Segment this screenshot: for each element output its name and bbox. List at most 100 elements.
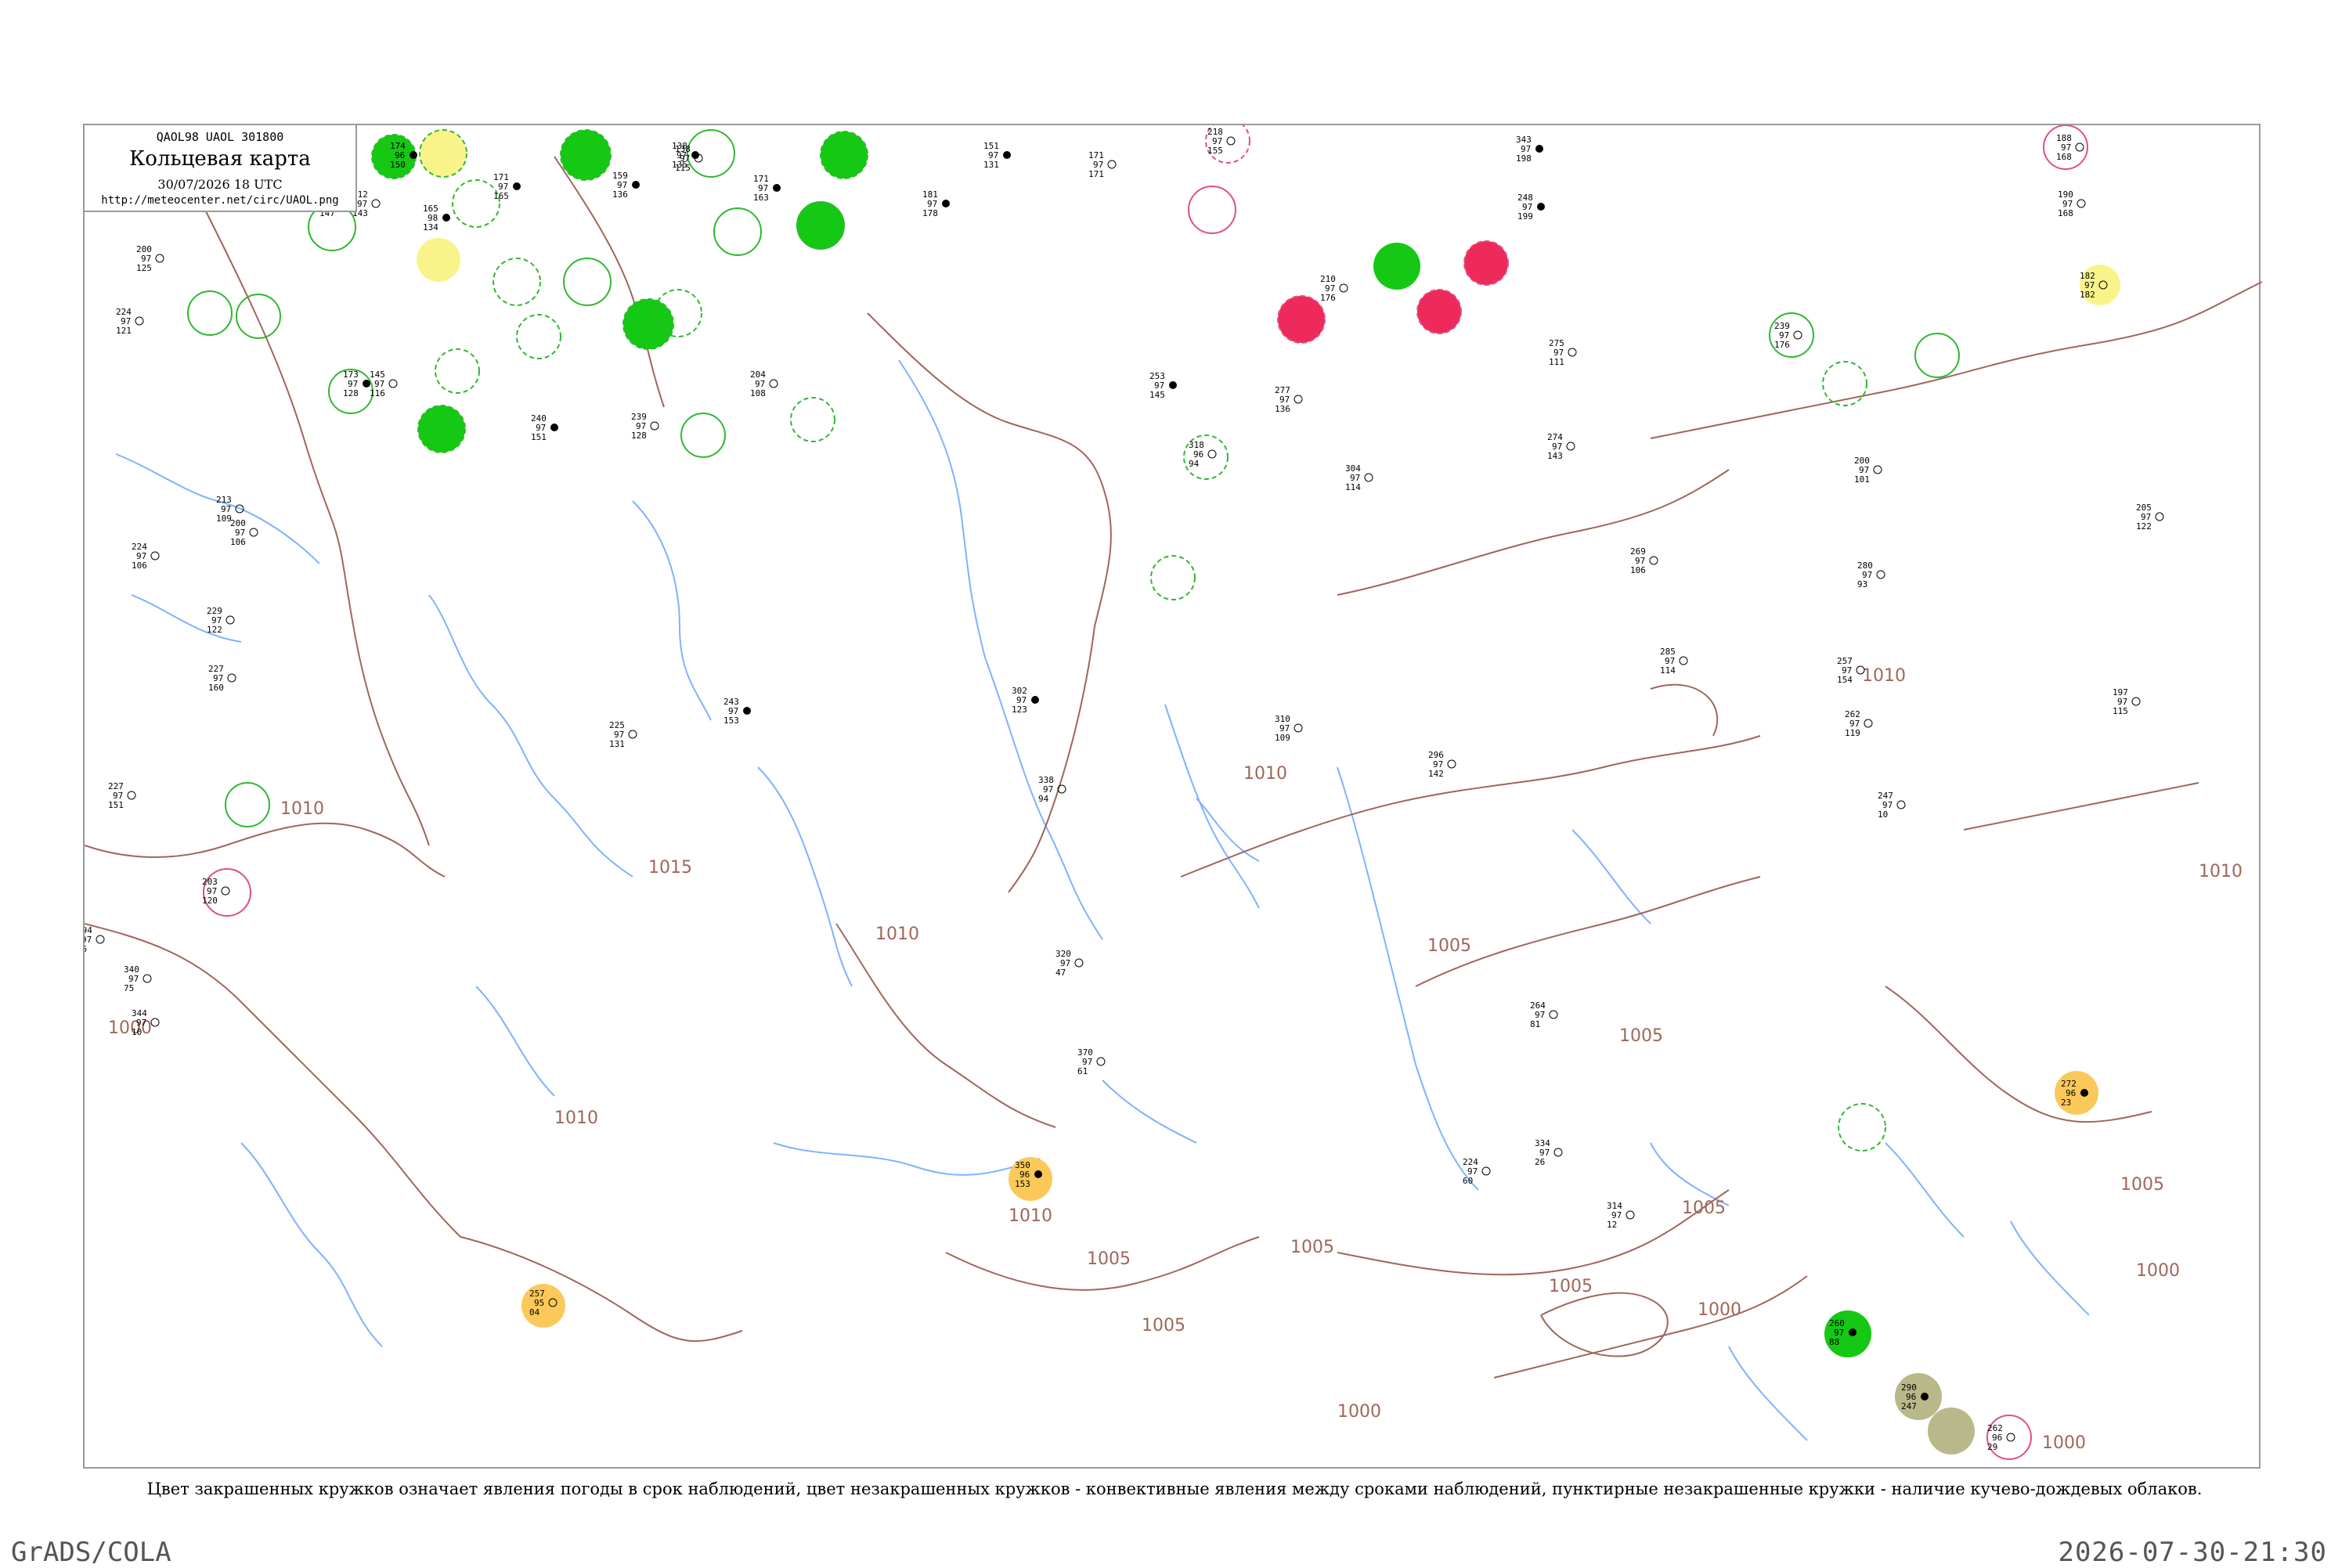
- station-value: 94: [1189, 459, 1200, 469]
- station-plot: 19797115: [2113, 687, 2141, 716]
- station-value: 115: [675, 163, 691, 173]
- station-plot: 24097151: [531, 413, 558, 442]
- isobar-label: 1000: [2042, 1433, 2086, 1453]
- station-plot: 26997106: [1630, 546, 1658, 575]
- footer-timestamp: 2026-07-30-21:30: [2058, 1537, 2327, 1568]
- isobar-label: 1005: [1549, 1277, 1593, 1296]
- convective-ring: [1838, 1103, 1886, 1152]
- rain-circle: [1416, 289, 1462, 334]
- isobar-label: 1005: [1427, 936, 1471, 956]
- station-value: 122: [207, 625, 222, 635]
- station-plot: 27597111: [1549, 338, 1577, 367]
- thunderstorm-circle: [820, 131, 868, 179]
- isobar-label: 1000: [1698, 1300, 1741, 1320]
- isobar-label: 1005: [2120, 1175, 2164, 1195]
- station-value: 75: [124, 983, 134, 993]
- station-value: 176: [1320, 293, 1336, 303]
- station-plot: 3709761: [1077, 1047, 1106, 1076]
- convective-ring: [452, 179, 500, 228]
- station-value: 115: [2113, 706, 2128, 716]
- station-plot: 29697142: [1428, 750, 1456, 779]
- station-plot: 22797151: [108, 781, 136, 810]
- station-plot: 28597114: [1660, 647, 1688, 676]
- isobar-label: 1010: [1243, 764, 1287, 784]
- station-plot: 15997136: [612, 171, 640, 200]
- map-area: 1010 1015 1010 1010 1005 1010 1010 1010 …: [83, 124, 2262, 1469]
- station-plot: 3149712: [1607, 1201, 1635, 1230]
- station-plot: 14597116: [370, 369, 398, 398]
- convective-ring: [680, 413, 726, 458]
- station-plot: 26297119: [1845, 709, 1873, 738]
- station-plot: 30297123: [1012, 686, 1039, 715]
- station-value: 122: [2136, 521, 2152, 532]
- convective-ring: [1150, 555, 1196, 600]
- station-plot: 27797136: [1275, 385, 1303, 414]
- station-value: 109: [1275, 733, 1290, 743]
- station-plot: 25797154: [1837, 656, 1865, 685]
- station-value: 95: [85, 944, 87, 954]
- isobar-label: 1010: [554, 1108, 598, 1128]
- station-plot: 27497143: [1547, 432, 1575, 461]
- station-value: 155: [1207, 146, 1223, 156]
- station-plot: 23997128: [631, 412, 659, 441]
- station-value: 136: [612, 189, 628, 200]
- station-plot: 21097176: [1320, 274, 1348, 303]
- source-url: http://meteocenter.net/circ/UAOL.png: [101, 194, 339, 207]
- station-value: 121: [116, 326, 132, 336]
- convective-ring: [1769, 312, 1814, 358]
- station-plot: 23997176: [1774, 321, 1802, 350]
- station-value: 23: [2061, 1098, 2071, 1108]
- station-plot: 17197163: [753, 174, 781, 203]
- station-plot: 24897199: [1517, 193, 1545, 222]
- convective-ring: [1914, 333, 1960, 378]
- station-plot: 22497121: [116, 307, 144, 336]
- station-plot: 2809793: [1857, 561, 1885, 589]
- isobar-label: 1005: [1142, 1316, 1185, 1336]
- station-value: 114: [1660, 665, 1676, 676]
- station-value: 128: [631, 431, 647, 441]
- station-plot: 20097106: [230, 518, 258, 547]
- convective-ring: [713, 207, 762, 256]
- station-plot: 30497114: [1345, 463, 1373, 492]
- station-value: 151: [531, 432, 547, 442]
- thunderstorm-circle: [1824, 1310, 1871, 1357]
- station-plot: 25397145: [1149, 371, 1177, 400]
- convective-ring: [225, 782, 270, 827]
- station-plot: 22797160: [208, 664, 236, 693]
- station-value: 134: [423, 222, 438, 232]
- station-value: 29: [1987, 1442, 1997, 1452]
- station-value: 101: [1854, 474, 1870, 485]
- station-value: 163: [753, 193, 769, 203]
- station-value: 108: [750, 388, 766, 398]
- map-canvas: 1010 1015 1010 1010 1005 1010 1010 1010 …: [85, 125, 2262, 1460]
- station-value: 142: [1428, 769, 1444, 779]
- legend-caption: Цвет закрашенных кружков означает явлени…: [146, 1480, 2203, 1498]
- convective-ring: [1188, 186, 1236, 234]
- station-plot: 3409775: [124, 964, 152, 993]
- product-code: QAOL98 UAOL 301800: [156, 130, 284, 144]
- station-value: 160: [208, 683, 224, 693]
- station-value: 182: [2080, 290, 2095, 300]
- isobar-label: 1010: [875, 925, 919, 944]
- station-value: 199: [1517, 211, 1533, 222]
- station-plot: 24397153: [723, 697, 751, 726]
- station-plot: 2249760: [1463, 1157, 1491, 1186]
- convective-ring: [435, 348, 480, 394]
- isobar-labels: 1010 1015 1010 1010 1005 1010 1010 1010 …: [108, 666, 2243, 1453]
- haze-circle: [2055, 1071, 2098, 1115]
- station-value: 04: [529, 1307, 540, 1317]
- station-plot: 2629629: [1987, 1423, 2015, 1452]
- station-value: 12: [1607, 1220, 1617, 1230]
- station-value: 198: [1516, 153, 1532, 164]
- station-value: 26: [1535, 1157, 1545, 1167]
- station-plot: 20597122: [2136, 503, 2164, 532]
- station-plot: 3349726: [1535, 1138, 1563, 1167]
- convective-ring: [236, 294, 281, 339]
- convective-ring: [493, 258, 541, 306]
- station-plot: 31097109: [1275, 714, 1303, 743]
- dust-circle: [1928, 1408, 1975, 1454]
- station-plot: 22597131: [609, 720, 637, 749]
- station-value: 125: [136, 263, 152, 273]
- station-value: 131: [983, 160, 999, 170]
- station-plot: 20397120: [202, 877, 230, 906]
